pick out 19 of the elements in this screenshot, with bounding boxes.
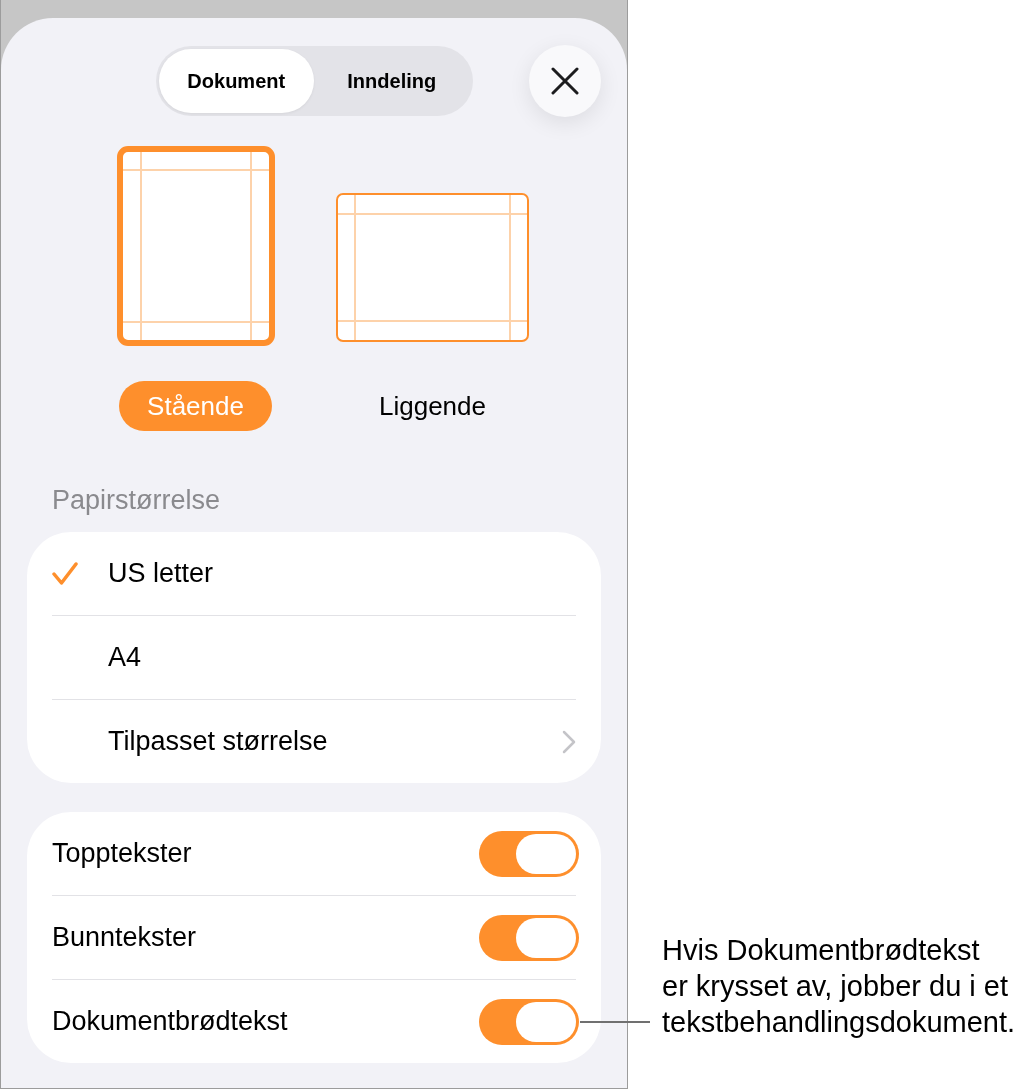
tab[interactable]: Inndeling — [314, 49, 470, 113]
toggle-label: Dokumentbrødtekst — [52, 1005, 288, 1039]
paper-size-option[interactable]: A4 — [52, 616, 576, 699]
paper-size-option[interactable]: Tilpasset størrelse — [52, 700, 576, 783]
toggle-switch[interactable] — [479, 998, 579, 1045]
toggle-switch[interactable] — [479, 914, 579, 961]
close-icon — [551, 67, 579, 95]
chevron-right-icon — [562, 729, 576, 754]
portrait-page-icon[interactable] — [116, 146, 275, 346]
orientation-button[interactable]: Liggende — [351, 381, 514, 431]
toggle-label: Topptekster — [52, 837, 192, 871]
section-heading: Papirstørrelse — [51, 484, 222, 516]
leader-line — [580, 1021, 650, 1023]
toggle-switch[interactable] — [479, 830, 579, 877]
tab[interactable]: Dokument — [158, 49, 314, 113]
paper-size-option[interactable]: US letter — [52, 532, 576, 615]
landscape-page-icon[interactable] — [336, 193, 529, 342]
toggle-label: Bunntekster — [52, 921, 197, 955]
callout-text: Hvis Dokumentbrødtekst er krysset av, jobber du i et tekstbehandlingsdokument. — [662, 933, 1016, 1040]
